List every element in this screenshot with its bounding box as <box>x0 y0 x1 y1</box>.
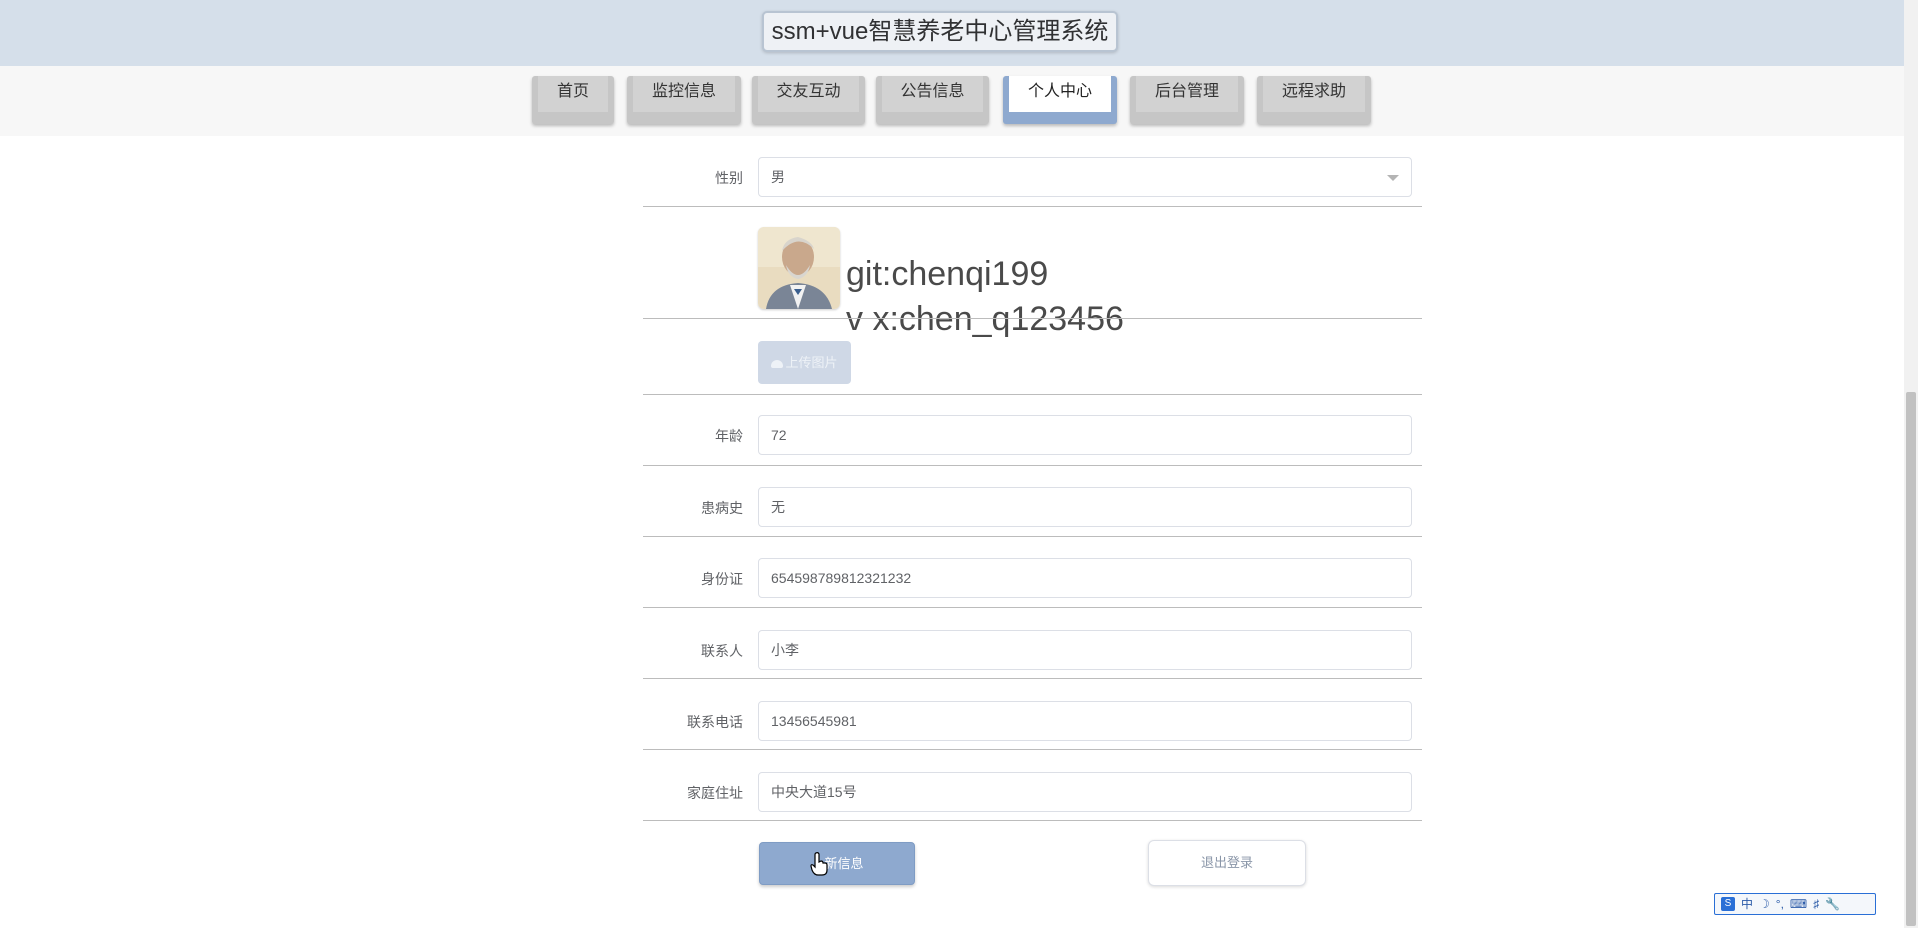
phone-field[interactable]: 13456545981 <box>758 701 1412 741</box>
avatar[interactable] <box>758 227 840 309</box>
contact-field[interactable]: 小李 <box>758 630 1412 670</box>
nav-item-label: 交友互动 <box>758 76 859 112</box>
nav-item-social[interactable]: 交友互动 <box>752 76 865 124</box>
age-field[interactable]: 72 <box>758 415 1412 455</box>
medical-history-field[interactable]: 无 <box>758 487 1412 527</box>
ime-logo-icon: S <box>1721 897 1735 911</box>
watermark-line-2: v x:chen_q123456 <box>846 300 1124 338</box>
scrollbar-thumb[interactable] <box>1906 392 1916 926</box>
gender-select[interactable]: 男 <box>758 157 1412 197</box>
phone-label: 联系电话 <box>687 714 743 730</box>
avatar-image <box>758 227 840 309</box>
update-info-button[interactable]: 新信息 <box>759 842 915 885</box>
gender-label: 性别 <box>715 170 743 186</box>
nav-item-admin[interactable]: 后台管理 <box>1130 76 1244 124</box>
nav-item-notice[interactable]: 公告信息 <box>876 76 989 124</box>
address-label: 家庭住址 <box>687 785 743 801</box>
divider <box>643 607 1422 608</box>
nav-item-label: 后台管理 <box>1136 76 1238 112</box>
divider <box>643 749 1422 750</box>
contact-label: 联系人 <box>701 643 743 659</box>
nav-item-monitor[interactable]: 监控信息 <box>627 76 741 124</box>
chevron-down-icon <box>1387 175 1399 181</box>
ime-language[interactable]: 中 <box>1741 894 1753 914</box>
nav-item-home[interactable]: 首页 <box>532 76 614 124</box>
divider <box>643 678 1422 679</box>
divider <box>643 820 1422 821</box>
age-label: 年龄 <box>715 428 743 444</box>
address-field[interactable]: 中央大道15号 <box>758 772 1412 812</box>
app-title: ssm+vue智慧养老中心管理系统 <box>762 11 1118 52</box>
id-card-label: 身份证 <box>701 571 743 587</box>
nav-item-profile[interactable]: 个人中心 <box>1003 76 1117 124</box>
nav-item-label: 公告信息 <box>882 76 983 112</box>
wrench-icon[interactable]: 🔧 <box>1825 894 1840 914</box>
upload-label: 上传图片 <box>785 355 838 370</box>
nav-item-label: 个人中心 <box>1009 76 1111 112</box>
divider <box>643 318 1422 319</box>
upload-image-button[interactable]: 上传图片 <box>758 341 851 384</box>
cloud-upload-icon <box>771 360 784 368</box>
hand-cursor-icon <box>810 852 828 876</box>
gender-value: 男 <box>771 169 785 185</box>
ime-toolbar[interactable]: S 中 ☽ °, ⌨ ♯ 🔧 <box>1714 893 1876 915</box>
keyboard-icon[interactable]: ⌨ <box>1790 894 1807 914</box>
watermark-line-1: git:chenqi199 <box>846 255 1049 293</box>
watermark-text: git:chenqi199 v x:chen_q123456 <box>846 252 1124 342</box>
skin-icon[interactable]: ♯ <box>1813 894 1819 914</box>
divider <box>643 536 1422 537</box>
nav-item-label: 远程求助 <box>1263 76 1365 112</box>
nav-item-label: 首页 <box>538 76 608 112</box>
medical-history-label: 患病史 <box>701 500 743 516</box>
punctuation-icon[interactable]: °, <box>1776 894 1784 914</box>
divider <box>643 394 1422 395</box>
divider <box>643 465 1422 466</box>
nav-item-label: 监控信息 <box>633 76 735 112</box>
logout-button[interactable]: 退出登录 <box>1148 840 1306 886</box>
divider <box>643 206 1422 207</box>
nav-item-help[interactable]: 远程求助 <box>1257 76 1371 124</box>
moon-icon[interactable]: ☽ <box>1759 894 1770 914</box>
id-card-field[interactable]: 654598789812321232 <box>758 558 1412 598</box>
